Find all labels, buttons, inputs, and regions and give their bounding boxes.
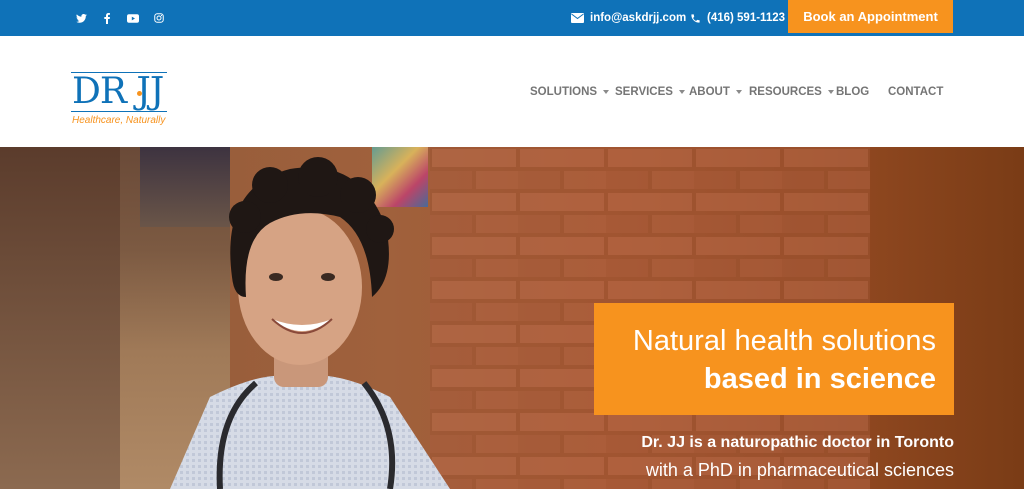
hero-background-door <box>0 147 120 489</box>
nav-item-label: RESOURCES <box>749 86 822 98</box>
twitter-icon[interactable] <box>74 11 88 25</box>
logo-tagline: Healthcare, Naturally <box>72 115 166 126</box>
logo-dot <box>137 91 142 96</box>
top-bar: info@askdrjj.com (416) 591-1123 Book an … <box>0 0 1024 36</box>
logo-mark: DR JJ <box>72 71 164 112</box>
phone-text: (416) 591-1123 <box>707 12 786 24</box>
instagram-icon[interactable] <box>152 11 166 25</box>
nav-item-about[interactable]: ABOUT <box>689 86 742 98</box>
nav-item-contact[interactable]: CONTACT <box>888 86 943 98</box>
nav-item-blog[interactable]: BLOG <box>836 86 869 98</box>
nav-item-solutions[interactable]: SOLUTIONS <box>530 86 610 98</box>
envelope-icon <box>571 13 584 23</box>
hero-section: Natural health solutions based in scienc… <box>0 147 1024 489</box>
nav-item-label: CONTACT <box>888 86 944 98</box>
phone-icon <box>691 13 700 23</box>
hero-intro-line1: Dr. JJ is a naturopathic doctor in Toron… <box>641 434 954 451</box>
hero-headline-line2: based in science <box>703 363 936 395</box>
caret-down-icon <box>735 90 742 94</box>
nav-item-label: SERVICES <box>615 86 673 98</box>
book-appointment-button[interactable]: Book an Appointment <box>788 0 953 33</box>
email-link[interactable]: info@askdrjj.com <box>571 0 686 36</box>
youtube-icon[interactable] <box>126 11 140 25</box>
nav-item-label: SOLUTIONS <box>530 86 598 98</box>
facebook-icon[interactable] <box>100 11 114 25</box>
doctor-photo <box>170 157 450 489</box>
site-header: DR JJ Healthcare, Naturally SOLUTIONS SE… <box>0 36 1024 147</box>
email-text: info@askdrjj.com <box>590 12 687 24</box>
caret-down-icon <box>603 90 610 94</box>
hero-headline-box: Natural health solutions based in scienc… <box>594 303 954 415</box>
caret-down-icon <box>678 90 685 94</box>
social-links <box>74 0 166 36</box>
nav-item-resources[interactable]: RESOURCES <box>749 86 834 98</box>
site-logo[interactable]: DR JJ Healthcare, Naturally <box>71 70 181 130</box>
phone-link[interactable]: (416) 591-1123 <box>690 0 785 36</box>
logo-rule-bottom <box>71 111 167 112</box>
caret-down-icon <box>827 90 834 94</box>
hero-intro-line2: with a PhD in pharmaceutical sciences <box>645 460 954 480</box>
nav-item-services[interactable]: SERVICES <box>615 86 685 98</box>
nav-item-label: ABOUT <box>689 86 730 98</box>
hero-headline-line1: Natural health solutions <box>632 325 936 357</box>
nav-item-label: BLOG <box>836 86 870 98</box>
